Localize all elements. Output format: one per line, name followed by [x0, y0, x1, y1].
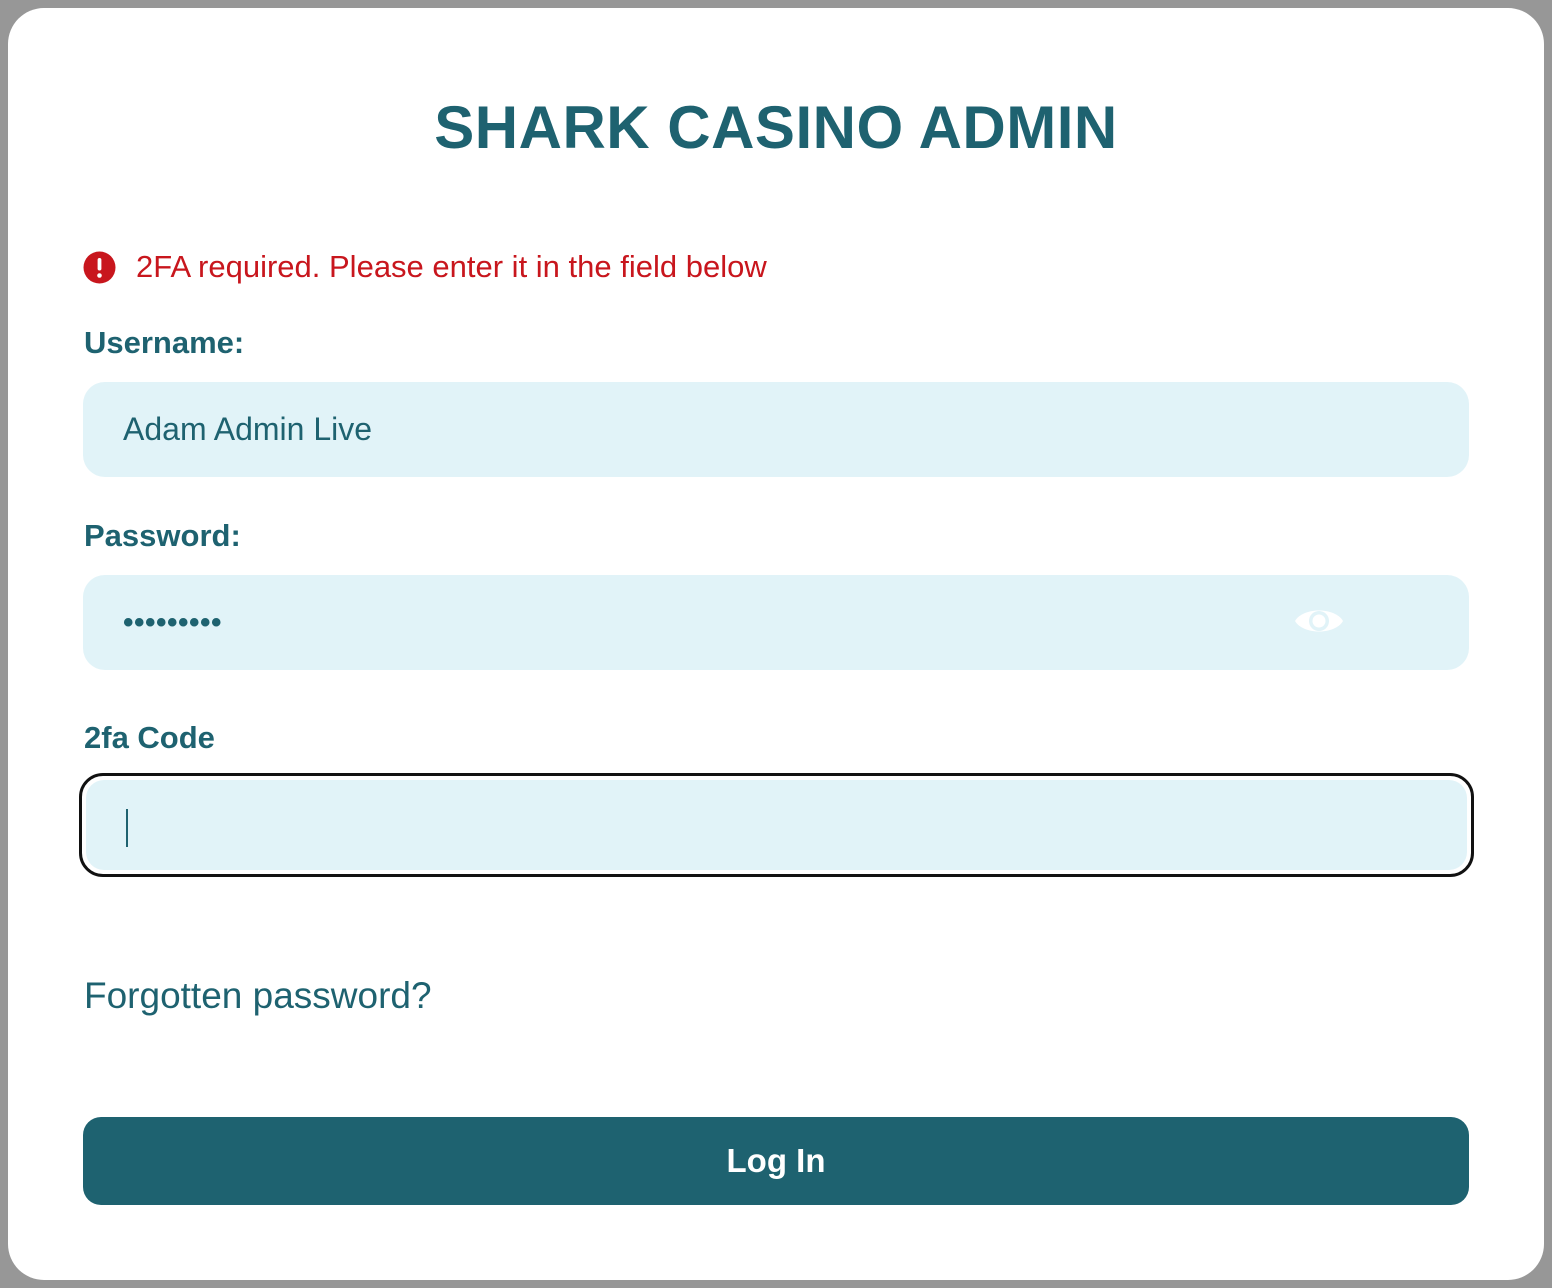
password-field[interactable]: ••••••••• [83, 575, 1469, 670]
error-alert: 2FA required. Please enter it in the fie… [83, 247, 767, 287]
twofa-code-input[interactable] [79, 773, 1474, 877]
username-value: Adam Admin Live [123, 411, 373, 447]
twofa-input-area[interactable] [86, 780, 1467, 870]
password-label: Password: [84, 518, 241, 553]
eye-icon[interactable] [1293, 603, 1345, 639]
username-field[interactable]: Adam Admin Live [83, 382, 1469, 477]
username-label: Username: [84, 325, 245, 360]
text-caret [126, 809, 128, 847]
twofa-label: 2fa Code [84, 720, 215, 755]
login-button[interactable]: Log In [83, 1117, 1469, 1205]
forgot-password-link[interactable]: Forgotten password? [84, 974, 432, 1018]
page-title: SHARK CASINO ADMIN [434, 94, 1118, 161]
password-value: ••••••••• [123, 606, 223, 639]
exclamation-circle-icon [83, 251, 116, 284]
error-message: 2FA required. Please enter it in the fie… [136, 249, 767, 284]
